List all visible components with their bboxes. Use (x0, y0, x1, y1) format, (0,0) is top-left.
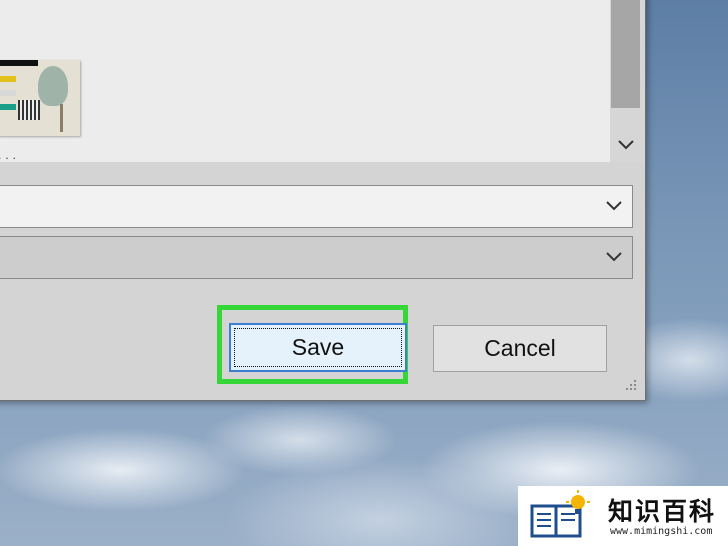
watermark: 知识百科 www.mimingshi.com (518, 486, 728, 546)
resize-grip-icon[interactable] (624, 378, 638, 392)
scroll-down-button[interactable] (610, 134, 641, 156)
file-type-dropdown-button[interactable] (602, 245, 626, 269)
thumbnail-tree (38, 66, 68, 106)
cancel-button[interactable]: Cancel (433, 325, 607, 372)
thumbnail-zebra (18, 100, 40, 120)
scroll-thumb[interactable] (611, 0, 640, 108)
file-list-pane[interactable]: ... (0, 0, 611, 162)
vertical-scrollbar[interactable] (610, 0, 645, 162)
chevron-down-icon (606, 201, 622, 211)
chevron-down-icon (617, 140, 634, 150)
thumbnail-caption: ... (0, 148, 21, 162)
watermark-url: www.mimingshi.com (610, 526, 713, 537)
save-dialog: ... Save Cancel (0, 0, 646, 401)
chevron-down-icon (606, 252, 622, 262)
thumbnail-stem (60, 104, 63, 132)
file-name-dropdown-button[interactable] (602, 194, 626, 218)
file-type-combobox[interactable] (0, 236, 633, 279)
save-button[interactable]: Save (229, 323, 407, 372)
book-lightbulb-logo (530, 490, 590, 538)
file-name-combobox[interactable] (0, 185, 633, 228)
watermark-title: 知识百科 (608, 497, 717, 526)
file-thumbnail[interactable] (0, 60, 80, 136)
